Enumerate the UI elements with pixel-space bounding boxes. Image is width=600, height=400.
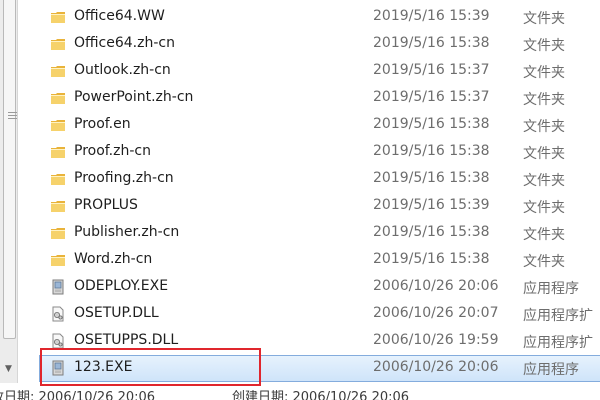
file-row[interactable]: Proofing.zh-cn 2019/5/16 15:38 文件夹: [17, 166, 600, 193]
folder-icon: [50, 36, 66, 52]
file-row[interactable]: PROPLUS 2019/5/16 15:39 文件夹: [17, 193, 600, 220]
file-row[interactable]: 123.EXE 2006/10/26 20:06 应用程序: [17, 355, 600, 382]
file-date: 2006/10/26 20:07: [373, 305, 499, 321]
file-row[interactable]: OSETUP.DLL 2006/10/26 20:07 应用程序扩: [17, 301, 600, 328]
file-type: 文件夹: [523, 38, 565, 54]
file-type: 应用程序: [523, 362, 579, 378]
modified-date-text: 修改日期: 2006/10/26 20:06: [0, 390, 156, 400]
file-type: 文件夹: [523, 119, 565, 135]
file-date: 2019/5/16 15:39: [373, 197, 490, 213]
file-date: 2019/5/16 15:38: [373, 224, 490, 240]
file-type: 文件夹: [523, 65, 565, 81]
created-date-text: 创建日期: 2006/10/26 20:06: [232, 390, 410, 400]
file-type: 应用程序扩: [523, 335, 593, 351]
folder-icon: [50, 198, 66, 214]
file-row[interactable]: ODEPLOY.EXE 2006/10/26 20:06 应用程序: [17, 274, 600, 301]
file-date: 2019/5/16 15:38: [373, 170, 490, 186]
file-type: 文件夹: [523, 227, 565, 243]
dll-file-icon: [50, 333, 66, 349]
scrollbar-grip: [8, 112, 17, 120]
file-name: ODEPLOY.EXE: [74, 278, 169, 294]
folder-icon: [50, 63, 66, 79]
file-name: Word.zh-cn: [74, 251, 153, 267]
file-name: Proofing.zh-cn: [74, 170, 174, 186]
file-name: 123.EXE: [74, 359, 133, 375]
folder-icon: [50, 90, 66, 106]
file-type: 文件夹: [523, 254, 565, 270]
file-date: 2019/5/16 15:39: [373, 8, 490, 24]
file-name: OSETUPPS.DLL: [74, 332, 179, 348]
file-name: Outlook.zh-cn: [74, 62, 171, 78]
file-name: Office64.zh-cn: [74, 35, 175, 51]
file-row[interactable]: Outlook.zh-cn 2019/5/16 15:37 文件夹: [17, 58, 600, 85]
file-name: Office64.WW: [74, 8, 165, 24]
file-list: Office64.WW 2019/5/16 15:39 文件夹 Office64.z…: [17, 4, 600, 382]
folder-icon: [50, 9, 66, 25]
file-date: 2019/5/16 15:38: [373, 251, 490, 267]
file-row[interactable]: Publisher.zh-cn 2019/5/16 15:38 文件夹: [17, 220, 600, 247]
scroll-down-arrow-icon[interactable]: ▼: [0, 360, 17, 378]
file-date: 2019/5/16 15:37: [373, 62, 490, 78]
file-date: 2006/10/26 20:06: [373, 278, 499, 294]
file-type: 应用程序扩: [523, 308, 593, 324]
file-name: Proof.en: [74, 116, 131, 132]
file-date: 2019/5/16 15:38: [373, 116, 490, 132]
file-row[interactable]: Proof.zh-cn 2019/5/16 15:38 文件夹: [17, 139, 600, 166]
exe-file-icon: [50, 360, 66, 376]
file-row[interactable]: Proof.en 2019/5/16 15:38 文件夹: [17, 112, 600, 139]
file-type: 文件夹: [523, 11, 565, 27]
file-type: 文件夹: [523, 173, 565, 189]
file-row[interactable]: OSETUPPS.DLL 2006/10/26 19:59 应用程序扩: [17, 328, 600, 355]
file-name: PowerPoint.zh-cn: [74, 89, 194, 105]
file-name: Publisher.zh-cn: [74, 224, 180, 240]
file-name: OSETUP.DLL: [74, 305, 159, 321]
folder-icon: [50, 171, 66, 187]
dll-file-icon: [50, 306, 66, 322]
file-date: 2019/5/16 15:38: [373, 35, 490, 51]
exe-file-icon: [50, 279, 66, 295]
file-date: 2006/10/26 20:06: [373, 359, 499, 375]
file-row[interactable]: PowerPoint.zh-cn 2019/5/16 15:37 文件夹: [17, 85, 600, 112]
file-type: 文件夹: [523, 200, 565, 216]
file-name: Proof.zh-cn: [74, 143, 151, 159]
folder-icon: [50, 225, 66, 241]
folder-icon: [50, 252, 66, 268]
file-name: PROPLUS: [74, 197, 138, 213]
file-date: 2019/5/16 15:38: [373, 143, 490, 159]
file-row[interactable]: Office64.zh-cn 2019/5/16 15:38 文件夹: [17, 31, 600, 58]
scrollbar-thumb[interactable]: [3, 0, 17, 339]
file-row[interactable]: Office64.WW 2019/5/16 15:39 文件夹: [17, 4, 600, 31]
file-type: 文件夹: [523, 92, 565, 108]
folder-icon: [50, 144, 66, 160]
file-type: 文件夹: [523, 146, 565, 162]
file-type: 应用程序: [523, 281, 579, 297]
folder-icon: [50, 117, 66, 133]
file-row[interactable]: Word.zh-cn 2019/5/16 15:38 文件夹: [17, 247, 600, 274]
details-bar: 修改日期: 2006/10/26 20:06 创建日期: 2006/10/26 …: [0, 390, 600, 400]
file-date: 2006/10/26 19:59: [373, 332, 499, 348]
vertical-scrollbar[interactable]: ▼: [0, 0, 18, 383]
file-date: 2019/5/16 15:37: [373, 89, 490, 105]
